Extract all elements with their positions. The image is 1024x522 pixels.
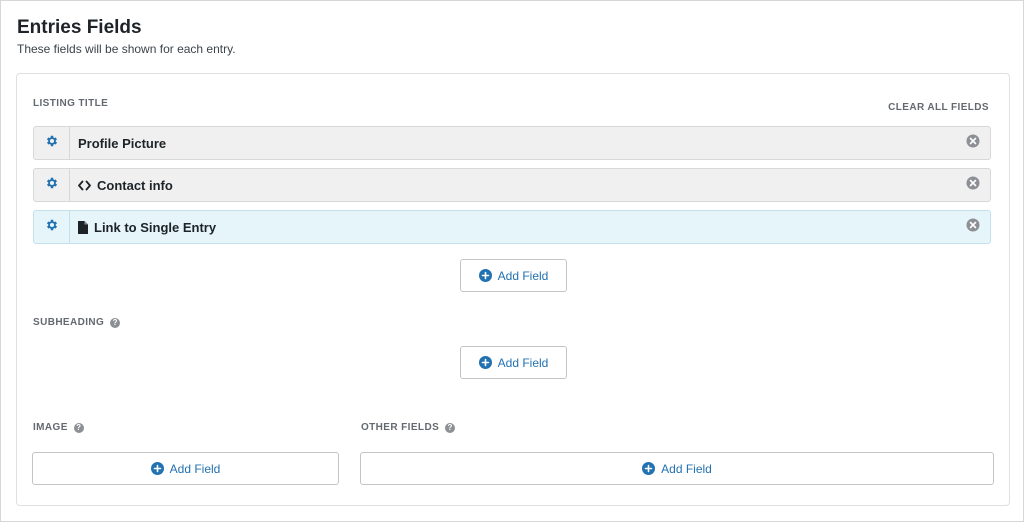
help-icon[interactable]: ? xyxy=(73,422,84,433)
other-fields-label: OTHER FIELDS ? xyxy=(361,422,456,433)
add-field-button-other-fields[interactable]: Add Field xyxy=(360,452,994,485)
field-label: Link to Single Entry xyxy=(78,220,216,235)
field-settings-button[interactable] xyxy=(34,127,70,159)
field-label: Contact info xyxy=(78,178,173,193)
help-icon[interactable]: ? xyxy=(110,317,121,328)
image-label: IMAGE ? xyxy=(33,422,84,433)
field-settings-button[interactable] xyxy=(34,169,70,201)
field-row-link-to-single-entry[interactable]: Link to Single Entry xyxy=(33,210,991,244)
field-row-profile-picture[interactable]: Profile Picture xyxy=(33,126,991,160)
add-field-label: Add Field xyxy=(497,355,549,370)
fields-panel: LISTING TITLE CLEAR ALL FIELDS Profile P… xyxy=(16,73,1010,506)
image-label-text: IMAGE xyxy=(33,422,68,433)
help-icon[interactable]: ? xyxy=(445,422,456,433)
add-field-label: Add Field xyxy=(661,461,712,476)
entries-fields-screen: Entries Fields These fields will be show… xyxy=(0,0,1024,522)
add-field-button-subheading[interactable]: Add Field xyxy=(460,346,567,379)
field-row-contact-info[interactable]: Contact info xyxy=(33,168,991,202)
listing-title-label-text: LISTING TITLE xyxy=(33,98,109,109)
plus-circle-icon xyxy=(642,462,656,475)
field-label-text: Contact info xyxy=(97,177,173,193)
page-title: Entries Fields xyxy=(17,17,142,38)
close-circle-icon xyxy=(966,134,980,153)
other-fields-label-text: OTHER FIELDS xyxy=(361,422,440,433)
plus-circle-icon xyxy=(478,356,492,369)
remove-field-button[interactable] xyxy=(966,218,980,237)
file-icon xyxy=(78,220,88,234)
gear-icon xyxy=(45,134,59,153)
plus-circle-icon xyxy=(150,462,164,475)
subheading-label-text: SUBHEADING xyxy=(33,317,105,328)
close-circle-icon xyxy=(966,176,980,195)
clear-all-fields-button[interactable]: CLEAR ALL FIELDS xyxy=(888,102,989,113)
gear-icon xyxy=(45,176,59,195)
add-field-label: Add Field xyxy=(497,268,549,283)
plus-circle-icon xyxy=(478,269,492,282)
remove-field-button[interactable] xyxy=(966,134,980,153)
field-label-text: Link to Single Entry xyxy=(94,219,217,235)
close-circle-icon xyxy=(966,218,980,237)
add-field-button-listing-title[interactable]: Add Field xyxy=(460,259,567,292)
gear-icon xyxy=(45,218,59,237)
listing-title-label: LISTING TITLE xyxy=(33,98,108,109)
code-icon xyxy=(78,180,91,191)
field-label: Profile Picture xyxy=(78,136,166,151)
field-settings-button[interactable] xyxy=(34,211,70,243)
subheading-label: SUBHEADING ? xyxy=(33,317,121,328)
add-field-button-image[interactable]: Add Field xyxy=(32,452,339,485)
remove-field-button[interactable] xyxy=(966,176,980,195)
page-subtitle: These fields will be shown for each entr… xyxy=(17,42,236,56)
field-label-text: Profile Picture xyxy=(78,135,167,151)
add-field-label: Add Field xyxy=(169,461,221,476)
